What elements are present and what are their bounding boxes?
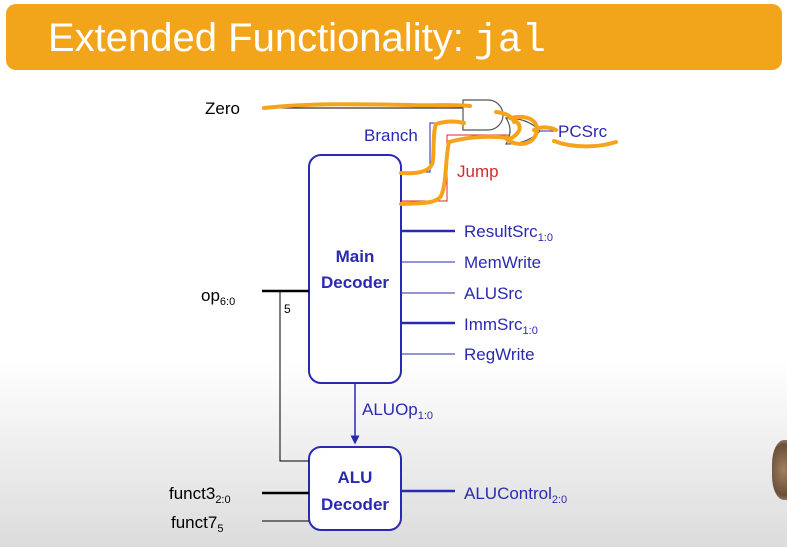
funct3-input-label: funct32:0 — [169, 484, 231, 506]
memwrite-output-label: MemWrite — [464, 253, 541, 272]
op5-tap-wire — [279, 291, 309, 462]
branch-signal-label: Branch — [364, 126, 418, 145]
pcsrc-output-label: PCSrc — [558, 122, 608, 141]
op5-tap-label: 5 — [284, 302, 291, 316]
funct7-input-label: funct75 — [171, 513, 223, 535]
aluop-label: ALUOp1:0 — [362, 400, 433, 422]
zero-input-label: Zero — [205, 99, 240, 118]
presenter-video-edge — [772, 440, 787, 500]
main-decoder-label-line1: Main — [336, 247, 375, 266]
jump-signal-label: Jump — [457, 162, 499, 181]
alu-decoder-label-line2: Decoder — [321, 495, 389, 514]
regwrite-output-label: RegWrite — [464, 345, 535, 364]
alu-decoder-block — [308, 446, 402, 531]
alusrc-output-label: ALUSrc — [464, 284, 523, 303]
resultsrc-output-label: ResultSrc1:0 — [464, 222, 553, 244]
alu-decoder-label-line1: ALU — [338, 468, 373, 487]
main-decoder-block — [308, 154, 402, 384]
highlight-pcsrc-underline — [552, 139, 618, 149]
immsrc-output-label: ImmSrc1:0 — [464, 315, 538, 337]
main-decoder-label-line2: Decoder — [321, 273, 389, 292]
control-unit-diagram: Main Decoder ALU Decoder 5 op6:0 funct32… — [169, 99, 618, 535]
alucontrol-output-label: ALUControl2:0 — [464, 484, 567, 506]
highlight-zero-path — [262, 102, 472, 110]
op-input-label: op6:0 — [201, 286, 235, 308]
